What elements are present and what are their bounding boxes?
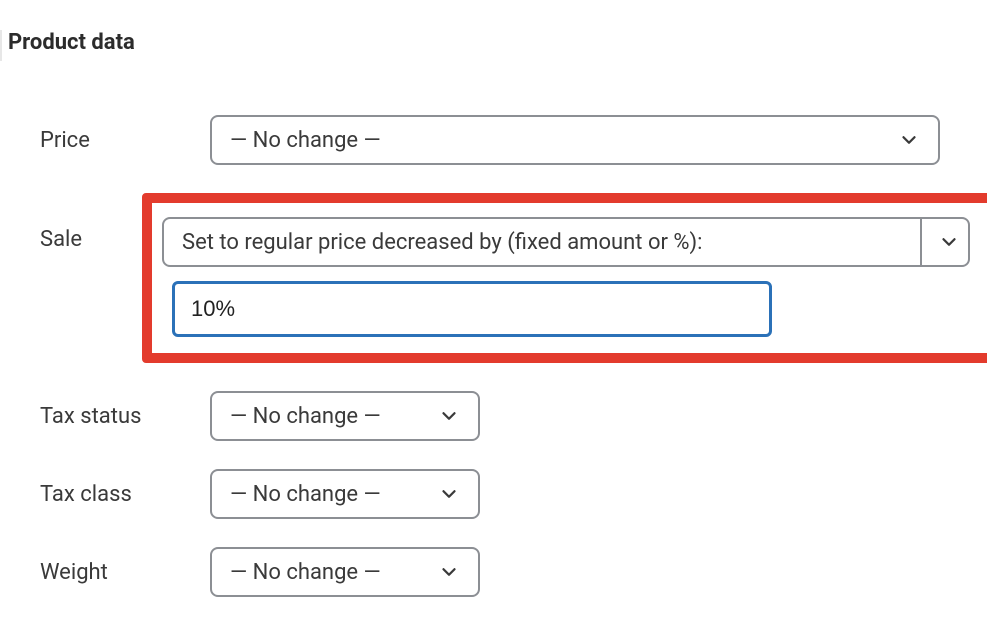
chevron-down-icon — [438, 405, 460, 427]
tax-status-select-value: — No change — — [230, 404, 381, 429]
tax-status-select[interactable]: — No change — — [210, 391, 480, 441]
tax-class-select-value: — No change — — [230, 482, 381, 507]
sale-select[interactable]: Set to regular price decreased by (fixed… — [162, 217, 922, 267]
chevron-down-icon — [438, 561, 460, 583]
chevron-down-icon — [938, 231, 960, 253]
row-weight: Weight — No change — — [40, 547, 947, 597]
row-price: Price — No change — — [40, 115, 947, 165]
price-select[interactable]: — No change — — [210, 115, 940, 165]
sale-select-group: Set to regular price decreased by (fixed… — [162, 217, 970, 267]
label-weight: Weight — [40, 560, 200, 585]
row-sale: Sale Set to regular price decreased by (… — [40, 193, 947, 363]
section-header-product-data: Product data — [0, 30, 947, 61]
label-sale: Sale — [40, 193, 152, 252]
sale-input-wrap — [162, 281, 970, 337]
weight-select[interactable]: — No change — — [210, 547, 480, 597]
price-select-value: — No change — — [230, 128, 381, 153]
sale-select-chevron-wrap[interactable] — [922, 217, 970, 267]
section-title: Product data — [8, 30, 135, 55]
label-tax-class: Tax class — [40, 482, 200, 507]
chevron-down-icon — [438, 483, 460, 505]
product-data-form: Price — No change — Sale Set to regular … — [40, 115, 947, 597]
chevron-down-icon — [898, 129, 920, 151]
label-tax-status: Tax status — [40, 404, 200, 429]
weight-select-value: — No change — — [230, 560, 381, 585]
row-tax-class: Tax class — No change — — [40, 469, 947, 519]
sale-select-value: Set to regular price decreased by (fixed… — [182, 230, 703, 255]
label-price: Price — [40, 128, 200, 153]
row-tax-status: Tax status — No change — — [40, 391, 947, 441]
sale-highlight-annotation: Set to regular price decreased by (fixed… — [142, 193, 987, 363]
tax-class-select[interactable]: — No change — — [210, 469, 480, 519]
sale-value-input[interactable] — [172, 281, 772, 337]
